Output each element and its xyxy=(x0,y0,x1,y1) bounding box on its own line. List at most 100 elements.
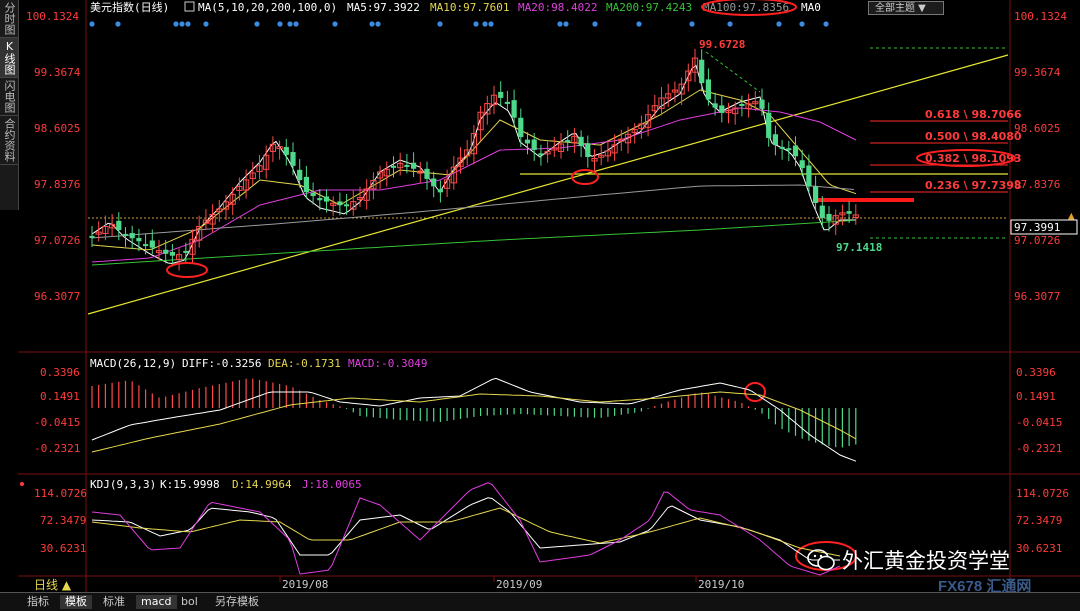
macd-axis-label: -0.2321 xyxy=(34,442,80,455)
chart-screen: 分时图 K线图 闪电图 合约资料 美元指数(日线) MA(5,10,20,200… xyxy=(0,0,1080,611)
high-leader-line xyxy=(705,51,761,93)
kdj-axis-label: 114.0726 xyxy=(34,487,87,500)
macd-dea-line xyxy=(91,391,857,453)
candle-body-down xyxy=(310,192,316,197)
resistance-marker-bar xyxy=(818,198,914,202)
candle-body-down xyxy=(404,164,410,167)
tab-save-template[interactable]: 另存模板 xyxy=(210,595,264,609)
candle-body-down xyxy=(792,145,799,157)
macd-axis-label-right: -0.2321 xyxy=(1016,442,1062,455)
event-marker xyxy=(776,21,782,27)
event-marker xyxy=(185,21,191,27)
event-marker xyxy=(293,21,299,27)
fib-label-0236: 0.236 \ 97.7398 xyxy=(925,179,1022,192)
event-marker xyxy=(636,21,642,27)
macd-value: MACD:-0.3049 xyxy=(348,357,427,370)
kdj-lines xyxy=(91,482,841,576)
right-axis-label: 100.1324 xyxy=(1014,10,1067,23)
candle-body-down xyxy=(712,103,718,108)
ma200-value: MA200:97.4243 xyxy=(606,1,692,14)
chart-canvas[interactable]: 美元指数(日线) MA(5,10,20,200,100,0) MA5:97.39… xyxy=(0,0,1080,610)
event-marker xyxy=(482,21,488,27)
candle-body-down xyxy=(538,153,544,156)
event-marker xyxy=(89,21,95,27)
event-marker xyxy=(488,21,494,27)
candle-body-down xyxy=(766,112,772,138)
theme-select[interactable]: 全部主题 ▼ xyxy=(868,1,944,15)
event-marker xyxy=(277,21,283,27)
candle-body-down xyxy=(846,211,852,214)
macd-axis-label: 0.1491 xyxy=(40,390,80,403)
candle-body-down xyxy=(317,198,323,201)
kdj-axis-label: 72.3479 xyxy=(40,514,86,527)
month-label: 2019/09 xyxy=(496,578,542,591)
ma0-label: MA0 xyxy=(801,1,821,14)
event-marker xyxy=(115,21,121,27)
event-marker xyxy=(179,21,185,27)
event-marker xyxy=(369,21,375,27)
candle-body-down xyxy=(337,201,343,206)
event-marker xyxy=(563,21,569,27)
tab-template[interactable]: 模板 xyxy=(60,595,92,609)
month-label: 2019/08 xyxy=(282,578,328,591)
tab-standard[interactable]: 标准 xyxy=(98,595,130,609)
ma5-value: MA5:97.3922 xyxy=(347,1,420,14)
macd-axis-label-right: -0.0415 xyxy=(1016,416,1062,429)
high-price-label: 99.6728 xyxy=(699,38,745,51)
watermark-text: 外汇黄金投资学堂 xyxy=(842,549,1010,573)
event-marker xyxy=(823,21,829,27)
candle-body-down xyxy=(323,196,330,202)
candle-body-down xyxy=(89,235,95,238)
event-markers[interactable] xyxy=(89,21,829,27)
period-label[interactable]: 日线 ▲ xyxy=(34,578,72,592)
kdj-axis-label-right: 30.6231 xyxy=(1016,542,1062,555)
kdj-axis-label-right: 72.3479 xyxy=(1016,514,1062,527)
symbol-title: 美元指数(日线) xyxy=(90,0,169,14)
candle-body-down xyxy=(290,152,296,166)
candle-body-down xyxy=(786,148,792,151)
macd-axis-label: 0.3396 xyxy=(40,366,80,379)
candle-body-down xyxy=(565,140,571,143)
candle-body-down xyxy=(283,146,289,155)
bottom-tab-bar: 指标 模板 标准 macd bol 另存模板 xyxy=(0,592,1080,611)
ma10-value: MA10:97.7601 xyxy=(430,1,509,14)
macd-title: MACD(26,12,9) xyxy=(90,357,176,370)
wechat-icon xyxy=(807,549,835,571)
left-axis-label: 100.1324 xyxy=(26,10,79,23)
event-marker xyxy=(799,21,805,27)
kdj-indicator-dot xyxy=(20,482,24,486)
candle-body-down xyxy=(739,103,745,106)
candle-body-down xyxy=(424,168,430,179)
candle-body-down xyxy=(772,134,778,146)
right-axis-label: 96.3077 xyxy=(1014,290,1060,303)
left-axis-label: 97.0726 xyxy=(34,234,80,247)
kdj-j: J:18.0065 xyxy=(302,478,362,491)
event-marker xyxy=(332,21,338,27)
price-marker-icon: ▲ xyxy=(1068,209,1075,222)
candle-body-down xyxy=(806,165,812,187)
event-marker xyxy=(727,21,733,27)
candle-body-down xyxy=(578,136,584,147)
candle-body-down xyxy=(149,240,155,248)
candle-body-down xyxy=(826,213,832,221)
tab-indicator[interactable]: 指标 xyxy=(22,595,54,609)
ma5-line xyxy=(91,64,856,265)
event-marker xyxy=(473,21,479,27)
uptrend-line[interactable] xyxy=(87,54,1009,315)
event-marker xyxy=(592,21,598,27)
macd-dea: DEA:-0.1731 xyxy=(268,357,341,370)
tab-bol[interactable]: bol xyxy=(176,595,203,609)
kdj-d: D:14.9964 xyxy=(232,478,292,491)
tab-macd[interactable]: macd xyxy=(136,595,177,609)
candle-body-down xyxy=(411,162,417,169)
candle-body-down xyxy=(511,100,517,118)
candle-body-down xyxy=(390,165,397,168)
candle-body-down xyxy=(437,189,443,193)
current-price-label: 97.3991 xyxy=(1014,221,1060,234)
candle-body-down xyxy=(143,244,149,247)
event-marker xyxy=(375,21,381,27)
right-axis-label: 99.3674 xyxy=(1014,66,1061,79)
candle-body-down xyxy=(163,249,169,254)
candle-body-down xyxy=(129,233,135,239)
candle-body-down xyxy=(116,220,122,231)
